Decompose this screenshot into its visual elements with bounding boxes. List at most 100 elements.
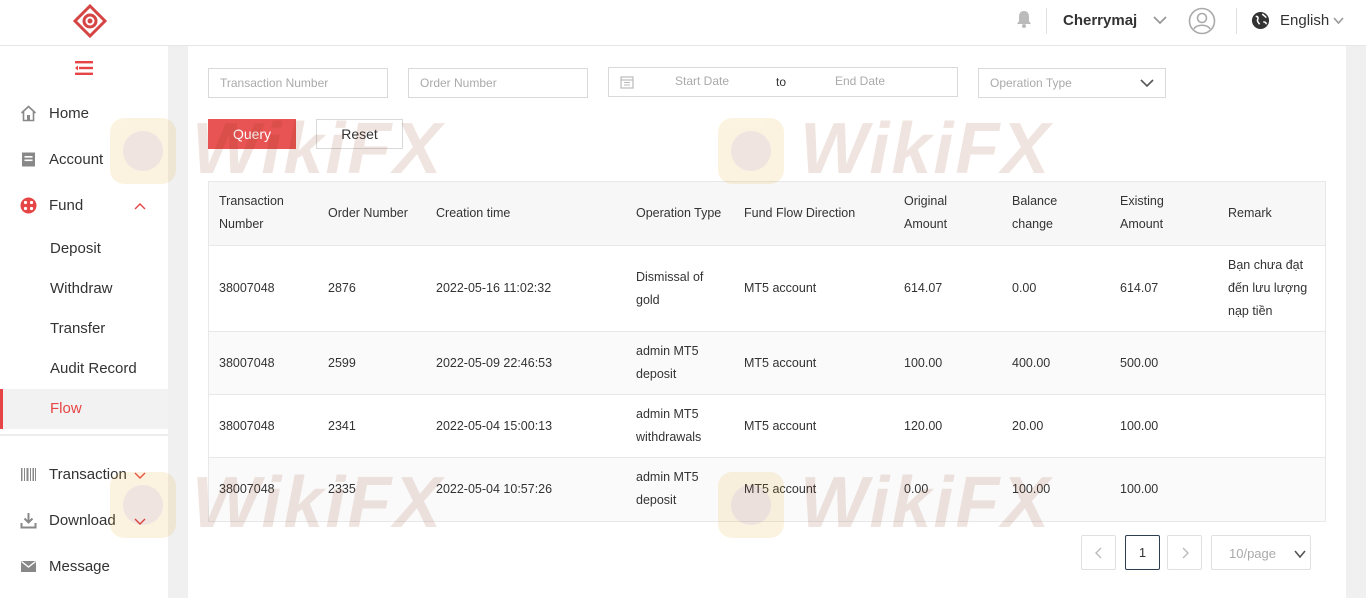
sidebar: Home Account Fund Deposit Withdraw Trans… — [0, 46, 168, 598]
cell-order-number: 2335 — [328, 482, 356, 496]
table-row: 38007048 2341 2022-05-04 15:00:13 admin … — [209, 395, 1325, 458]
username[interactable]: Cherrymaj — [1063, 12, 1137, 29]
header-line: change — [1012, 217, 1054, 231]
top-header: Cherrymaj English — [0, 0, 1366, 46]
cell-balance-change: 400.00 — [1012, 356, 1051, 370]
cell-balance-change: 20.00 — [1012, 419, 1044, 433]
query-button[interactable]: Query — [208, 119, 296, 149]
prev-page-button[interactable] — [1081, 535, 1116, 570]
column-header-order-number: Order Number — [328, 206, 408, 220]
scrollbar-track[interactable] — [1346, 46, 1366, 598]
sidebar-sub-label: Transfer — [50, 320, 106, 337]
sidebar-item-label: Download — [49, 512, 116, 529]
user-avatar-icon[interactable] — [1188, 7, 1216, 35]
chevron-down-icon[interactable] — [1152, 12, 1168, 28]
home-icon — [20, 105, 37, 122]
date-range-picker[interactable]: Start Date to End Date — [608, 67, 958, 97]
cell-operation-type: admin MT5 deposit — [636, 340, 699, 386]
table-row: 38007048 2599 2022-05-09 22:46:53 admin … — [209, 332, 1325, 395]
sidebar-item-label: Fund — [49, 197, 84, 214]
language-selector[interactable]: English — [1280, 12, 1329, 29]
sidebar-sub-deposit[interactable]: Deposit — [0, 229, 168, 269]
cell-line: withdrawals — [636, 430, 702, 444]
sidebar-item-account[interactable]: Account — [0, 140, 168, 180]
sidebar-item-transaction[interactable]: Transaction — [0, 455, 168, 495]
cell-creation-time: 2022-05-04 10:57:26 — [436, 482, 553, 496]
chevron-right-icon — [1182, 547, 1189, 559]
end-date-input[interactable]: End Date — [835, 74, 885, 88]
sidebar-item-label: Transaction — [49, 466, 127, 483]
placeholder-text: Order Number — [420, 76, 497, 90]
sidebar-sub-transfer[interactable]: Transfer — [0, 309, 168, 349]
cell-creation-time: 2022-05-16 11:02:32 — [436, 281, 552, 295]
page-number-button[interactable]: 1 — [1125, 535, 1160, 570]
sidebar-sub-label: Deposit — [50, 240, 101, 257]
cell-line: admin MT5 — [636, 407, 699, 421]
cell-original-amount: 0.00 — [904, 482, 929, 496]
sidebar-divider — [0, 434, 168, 436]
sidebar-sub-label: Audit Record — [50, 360, 137, 377]
chevron-down-icon[interactable] — [1332, 14, 1345, 27]
sidebar-item-download[interactable]: Download — [0, 501, 168, 541]
cell-order-number: 2341 — [328, 419, 356, 433]
cell-transaction-number: 38007048 — [219, 482, 275, 496]
cell-creation-time: 2022-05-09 22:46:53 — [436, 356, 553, 370]
header-line: Original — [904, 194, 948, 208]
header-divider — [1046, 8, 1047, 34]
operation-type-select[interactable]: Operation Type — [978, 68, 1166, 98]
sidebar-item-fund[interactable]: Fund — [0, 186, 168, 226]
cell-existing-amount: 100.00 — [1120, 482, 1159, 496]
date-separator: to — [776, 75, 787, 89]
company-logo-icon[interactable] — [72, 4, 108, 38]
cell-line: Bạn chưa đạt — [1228, 258, 1304, 272]
sidebar-sub-flow[interactable]: Flow — [0, 389, 168, 429]
chevron-left-icon — [1095, 547, 1102, 559]
cell-order-number: 2599 — [328, 356, 356, 370]
column-header-creation-time: Creation time — [436, 206, 511, 220]
column-header-transaction-number: Transaction Number — [219, 190, 284, 236]
menu-toggle-icon[interactable] — [75, 60, 93, 76]
account-icon — [22, 152, 35, 167]
cell-original-amount: 120.00 — [904, 419, 943, 433]
sidebar-sub-audit-record[interactable]: Audit Record — [0, 349, 168, 389]
fund-icon — [20, 197, 37, 214]
cell-balance-change: 100.00 — [1012, 482, 1051, 496]
barcode-icon — [21, 468, 36, 481]
sidebar-item-message[interactable]: Message — [0, 547, 168, 587]
transaction-number-input[interactable]: Transaction Number — [208, 68, 388, 98]
reset-button[interactable]: Reset — [316, 119, 403, 149]
chevron-down-icon — [134, 472, 146, 479]
main-content: Transaction Number Order Number Start Da… — [188, 46, 1366, 598]
cell-existing-amount: 614.07 — [1120, 281, 1159, 295]
globe-icon[interactable] — [1251, 11, 1270, 30]
page-size-select[interactable]: 10/page — [1211, 535, 1311, 570]
sidebar-item-home[interactable]: Home — [0, 94, 168, 134]
cell-balance-change: 0.00 — [1012, 281, 1037, 295]
order-number-input[interactable]: Order Number — [408, 68, 588, 98]
cell-operation-type: admin MT5 deposit — [636, 466, 699, 512]
next-page-button[interactable] — [1167, 535, 1202, 570]
sidebar-sub-withdraw[interactable]: Withdraw — [0, 269, 168, 309]
cell-direction: MT5 account — [744, 356, 817, 370]
bell-icon[interactable] — [1014, 9, 1034, 29]
cell-direction: MT5 account — [744, 281, 817, 295]
start-date-input[interactable]: Start Date — [675, 74, 729, 88]
header-line: Existing — [1120, 194, 1164, 208]
header-line: Transaction — [219, 194, 284, 208]
cell-direction: MT5 account — [744, 419, 817, 433]
fund-flow-table: Transaction Number Order Number Creation… — [208, 181, 1326, 522]
calendar-icon — [620, 76, 634, 89]
cell-creation-time: 2022-05-04 15:00:13 — [436, 419, 553, 433]
cell-line: Dismissal of — [636, 270, 704, 284]
column-header-operation-type: Operation Type — [636, 206, 722, 220]
table-header: Transaction Number Order Number Creation… — [209, 182, 1325, 246]
cell-line: deposit — [636, 493, 677, 507]
table-row: 38007048 2876 2022-05-16 11:02:32 Dismis… — [209, 246, 1325, 332]
placeholder-text: Operation Type — [990, 76, 1072, 90]
cell-existing-amount: 100.00 — [1120, 419, 1159, 433]
column-header-existing-amount: Existing Amount — [1120, 190, 1164, 236]
column-header-original-amount: Original Amount — [904, 190, 947, 236]
chevron-down-icon — [1140, 79, 1154, 88]
column-header-remark: Remark — [1228, 206, 1272, 220]
header-line: Amount — [1120, 217, 1164, 231]
